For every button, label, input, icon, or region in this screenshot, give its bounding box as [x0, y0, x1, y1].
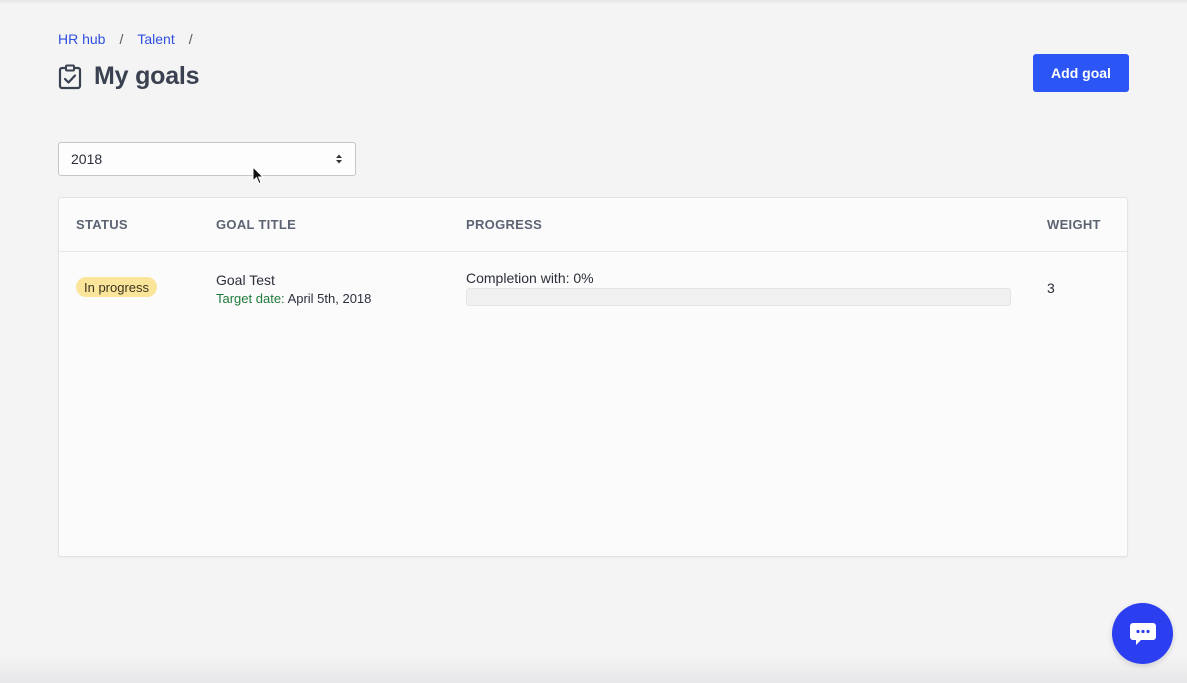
top-shadow	[0, 0, 1187, 4]
target-date: Target date: April 5th, 2018	[216, 291, 371, 306]
table-header: STATUS GOAL TITLE PROGRESS WEIGHT	[59, 198, 1127, 252]
breadcrumb-separator: /	[188, 31, 193, 47]
header-progress: PROGRESS	[466, 217, 543, 232]
status-badge: In progress	[76, 277, 158, 297]
completion-text: Completion with: 0%	[466, 270, 594, 286]
page-header: My goals	[58, 62, 200, 91]
header-weight: WEIGHT	[1047, 217, 1101, 232]
page-title: My goals	[94, 62, 200, 90]
target-date-label: Target date:	[216, 291, 285, 306]
clipboard-check-icon	[58, 64, 82, 89]
breadcrumb: HR hub / Talent /	[58, 31, 207, 47]
goal-title[interactable]: Goal Test	[216, 272, 275, 288]
progress-bar	[466, 288, 1011, 306]
weight-value: 3	[1047, 280, 1055, 296]
header-goal-title: GOAL TITLE	[216, 217, 297, 232]
header-status: STATUS	[76, 217, 128, 232]
select-arrows-icon	[336, 154, 342, 164]
chat-bubble-icon	[1129, 622, 1156, 645]
breadcrumb-separator: /	[119, 31, 124, 47]
target-date-value: April 5th, 2018	[287, 291, 372, 306]
mouse-cursor-icon	[252, 166, 264, 185]
bottom-shadow	[0, 655, 1187, 683]
year-select[interactable]: 2018	[58, 142, 356, 176]
chat-button[interactable]	[1112, 603, 1173, 664]
add-goal-button[interactable]: Add goal	[1033, 54, 1129, 92]
breadcrumb-talent[interactable]: Talent	[137, 31, 174, 47]
table-row[interactable]: In progress Goal Test Target date: April…	[59, 252, 1127, 322]
year-select-value: 2018	[71, 151, 103, 167]
goals-table: STATUS GOAL TITLE PROGRESS WEIGHT In pro…	[58, 197, 1128, 557]
breadcrumb-hr-hub[interactable]: HR hub	[58, 31, 105, 47]
